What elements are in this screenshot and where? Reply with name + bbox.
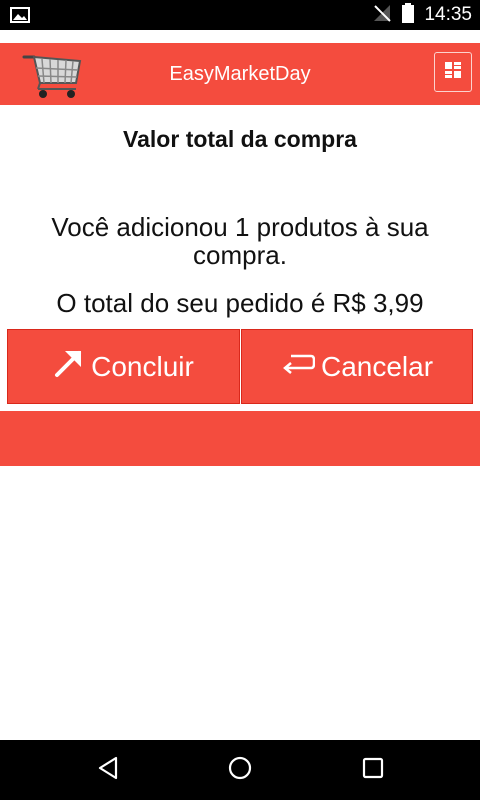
back-triangle-icon bbox=[96, 756, 120, 785]
back-button[interactable] bbox=[93, 756, 123, 784]
concluir-label: Concluir bbox=[91, 350, 194, 382]
arrow-up-right-icon bbox=[53, 347, 85, 386]
recent-apps-button[interactable] bbox=[358, 756, 388, 784]
grid-menu-icon bbox=[444, 61, 462, 84]
screen: 14:35 EasyMarketDay Valor total da compr… bbox=[0, 0, 480, 800]
status-time: 14:35 bbox=[424, 4, 472, 25]
navigation-bar bbox=[0, 740, 480, 800]
home-circle-icon bbox=[227, 755, 253, 786]
home-button[interactable] bbox=[225, 756, 255, 784]
footer-bar bbox=[0, 411, 480, 466]
concluir-button[interactable]: Concluir bbox=[7, 329, 240, 404]
no-signal-icon bbox=[372, 3, 392, 28]
battery-icon bbox=[402, 2, 415, 28]
products-added-text: Você adicionou 1 produtos à sua compra. bbox=[51, 212, 429, 270]
status-bar: 14:35 bbox=[0, 0, 480, 30]
order-total-text: O total do seu pedido é R$ 3,99 bbox=[56, 288, 424, 318]
cancelar-button[interactable]: Cancelar bbox=[241, 329, 473, 404]
recent-apps-square-icon bbox=[361, 756, 385, 785]
status-icons: 14:35 bbox=[372, 0, 472, 30]
app-title: EasyMarketDay bbox=[169, 63, 311, 85]
image-notification-icon bbox=[10, 7, 30, 23]
cancelar-label: Cancelar bbox=[320, 350, 434, 382]
app-bar: EasyMarketDay bbox=[0, 43, 480, 105]
return-arrow-icon bbox=[281, 351, 316, 383]
menu-button[interactable] bbox=[434, 52, 472, 92]
page-title: Valor total da compra bbox=[123, 126, 357, 152]
